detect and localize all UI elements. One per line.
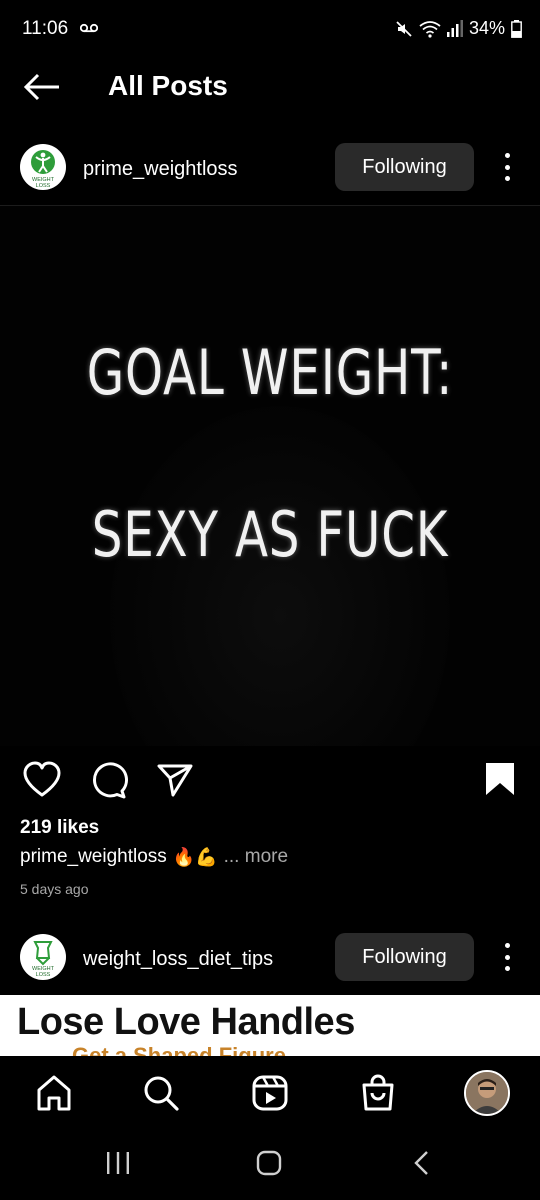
post-actions — [0, 760, 540, 804]
more-options-icon[interactable] — [496, 943, 518, 971]
comment-icon[interactable] — [88, 760, 128, 800]
caption-username[interactable]: prime_weightloss — [20, 846, 167, 868]
signal-icon — [446, 19, 463, 37]
image-text-line: GOAL WEIGHT: — [86, 336, 454, 409]
profile-avatar[interactable] — [464, 1070, 510, 1116]
image-title: Lose Love Handles — [17, 1001, 355, 1043]
image-background — [110, 406, 450, 746]
diet-tips-logo-icon: WEIGHT LOSS — [32, 941, 55, 978]
system-navigation — [0, 1132, 540, 1200]
shop-icon[interactable] — [358, 1073, 398, 1113]
arrow-left-icon[interactable] — [22, 72, 62, 102]
status-bar: 11:06 34% — [0, 0, 540, 60]
page-title: All Posts — [108, 70, 228, 101]
voicemail-icon — [80, 23, 98, 33]
post-timestamp: 5 days ago — [20, 881, 89, 897]
search-icon[interactable] — [141, 1073, 181, 1113]
wifi-icon — [419, 20, 441, 38]
caption-emojis: 🔥💪 — [172, 846, 218, 867]
recents-icon[interactable] — [105, 1150, 131, 1176]
post-image[interactable]: GOAL WEIGHT: SEXY AS FUCK — [0, 206, 540, 746]
likes-count[interactable]: 219 likes — [20, 817, 99, 839]
bottom-navigation — [0, 1056, 540, 1132]
svg-text:LOSS: LOSS — [36, 972, 51, 978]
status-icons: 34% — [395, 18, 522, 39]
reels-icon[interactable] — [250, 1073, 290, 1113]
avatar[interactable]: WEIGHT LOSS — [20, 934, 66, 980]
battery-percent: 34% — [468, 18, 505, 38]
bookmark-icon[interactable] — [480, 760, 520, 800]
post-username[interactable]: weight_loss_diet_tips — [83, 948, 273, 971]
following-button[interactable]: Following — [335, 933, 474, 981]
following-button[interactable]: Following — [335, 143, 474, 191]
more-options-icon[interactable] — [496, 153, 518, 181]
home-button-icon[interactable] — [256, 1150, 282, 1176]
back-icon[interactable] — [410, 1150, 436, 1176]
home-icon[interactable] — [34, 1073, 74, 1113]
status-time: 11:06 — [22, 18, 69, 39]
avatar[interactable]: WEIGHT LOSS — [20, 144, 66, 190]
weight-loss-logo-icon: WEIGHT LOSS — [31, 150, 55, 189]
battery-icon — [511, 19, 522, 38]
post-header: WEIGHT LOSS prime_weightloss Following — [0, 136, 540, 198]
post-username[interactable]: prime_weightloss — [83, 158, 238, 181]
mute-icon — [396, 20, 412, 37]
share-icon[interactable] — [155, 760, 195, 800]
heart-icon[interactable] — [22, 760, 62, 800]
post-header: WEIGHT LOSS weight_loss_diet_tips Follow… — [0, 926, 540, 988]
profile-photo — [466, 1072, 508, 1114]
svg-text:LOSS: LOSS — [36, 183, 51, 189]
top-navigation: All Posts — [0, 60, 540, 116]
post-image[interactable]: Lose Love Handles Get a Shaped Figure — [0, 995, 540, 1056]
post-caption: prime_weightloss 🔥💪 ... more — [20, 846, 288, 868]
image-subtitle: Get a Shaped Figure — [72, 1043, 286, 1056]
more-link[interactable]: ... more — [224, 846, 288, 868]
image-text-line: SEXY AS FUCK — [91, 498, 449, 571]
